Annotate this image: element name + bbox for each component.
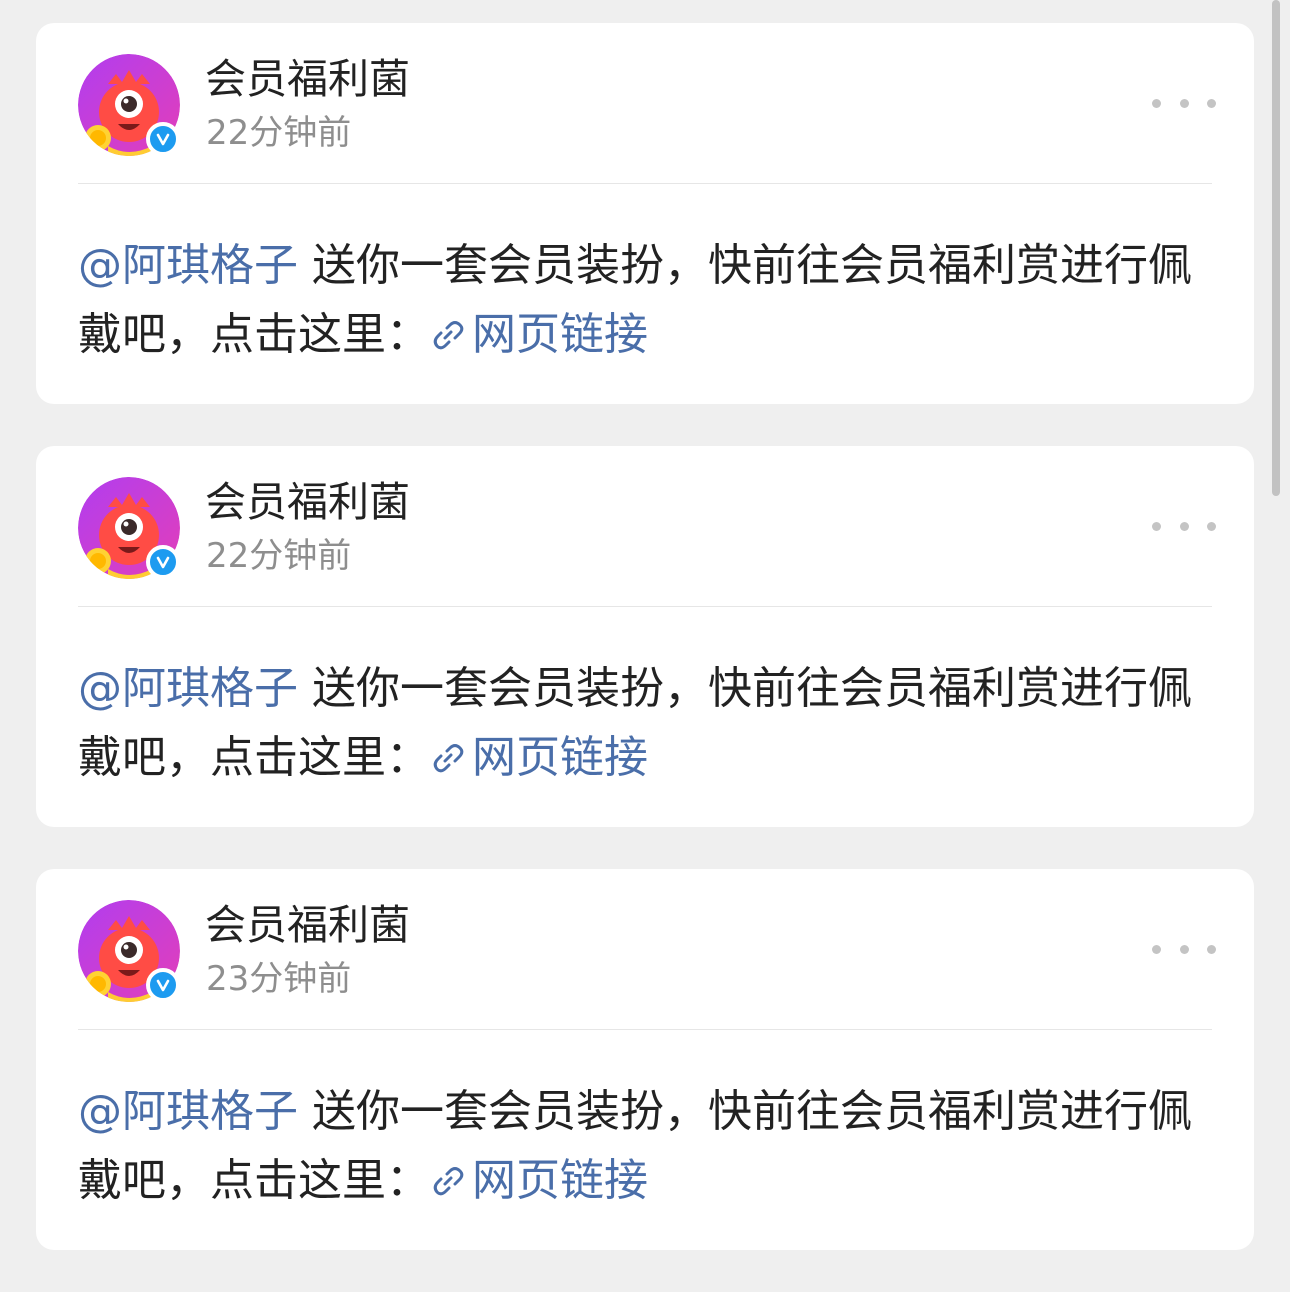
verified-badge-icon [146,122,180,156]
link-chain-icon [433,744,464,773]
divider [78,606,1212,607]
avatar[interactable] [78,477,180,579]
verified-badge-icon [146,968,180,1002]
mention-link[interactable]: @阿琪格子 [78,663,298,714]
feed-list: 会员福利菌 22分钟前 @阿琪格子 送你一套会员装扮，快前往会员福利赏进行佩戴吧… [36,23,1254,1292]
feed-card[interactable]: 会员福利菌 22分钟前 @阿琪格子 送你一套会员装扮，快前往会员福利赏进行佩戴吧… [36,23,1254,404]
divider [78,183,1212,184]
post-time: 22分钟前 [206,536,352,576]
post-time: 23分钟前 [206,959,352,999]
feed-card[interactable]: 会员福利菌 23分钟前 @阿琪格子 送你一套会员装扮，快前往会员福利赏进行佩戴吧… [36,869,1254,1250]
web-link-label[interactable]: 网页链接 [472,732,648,783]
more-dots-icon [1152,521,1161,531]
web-link[interactable]: 网页链接 [430,732,648,783]
more-dots-icon [1152,944,1161,954]
avatar[interactable] [78,900,180,1002]
more-button[interactable] [1152,85,1216,121]
post-text: @阿琪格子 送你一套会员装扮，快前往会员福利赏进行佩戴吧，点击这里： 网页链接 [78,654,1218,792]
verified-badge-icon [146,545,180,579]
user-name[interactable]: 会员福利菌 [205,899,410,951]
feed-card[interactable]: 会员福利菌 22分钟前 @阿琪格子 送你一套会员装扮，快前往会员福利赏进行佩戴吧… [36,446,1254,827]
post-time: 22分钟前 [206,113,352,153]
scrollbar[interactable] [1272,0,1280,496]
web-link-label[interactable]: 网页链接 [472,1155,648,1206]
link-chain-icon [433,1167,464,1196]
more-button[interactable] [1152,508,1216,544]
user-name[interactable]: 会员福利菌 [205,53,410,105]
divider [78,1029,1212,1030]
post-text: @阿琪格子 送你一套会员装扮，快前往会员福利赏进行佩戴吧，点击这里： 网页链接 [78,231,1218,369]
more-dots-icon [1152,98,1161,108]
more-button[interactable] [1152,931,1216,967]
link-chain-icon [433,321,464,350]
web-link[interactable]: 网页链接 [430,1155,648,1206]
user-name[interactable]: 会员福利菌 [205,476,410,528]
mention-link[interactable]: @阿琪格子 [78,240,298,291]
post-text: @阿琪格子 送你一套会员装扮，快前往会员福利赏进行佩戴吧，点击这里： 网页链接 [78,1077,1218,1215]
web-link[interactable]: 网页链接 [430,309,648,360]
avatar[interactable] [78,54,180,156]
mention-link[interactable]: @阿琪格子 [78,1086,298,1137]
web-link-label[interactable]: 网页链接 [472,309,648,360]
